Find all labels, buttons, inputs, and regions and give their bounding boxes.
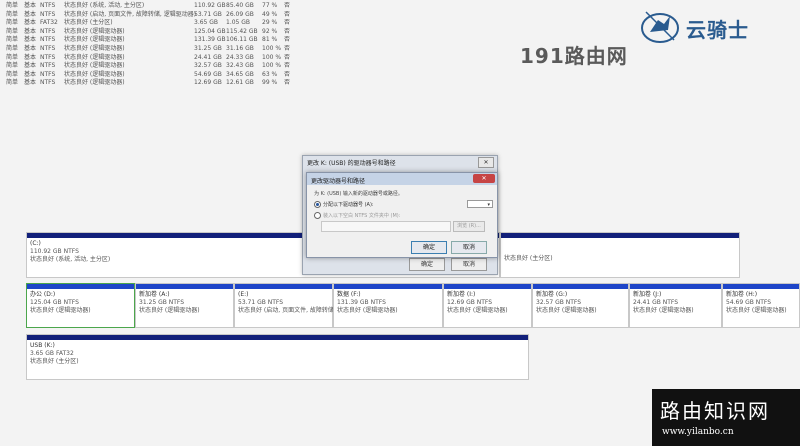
close-button[interactable]: ✕ xyxy=(473,174,495,183)
folder-path-input[interactable] xyxy=(321,221,451,232)
partition-size: 31.25 GB NTFS xyxy=(139,299,185,306)
partition-band xyxy=(27,284,134,289)
dialog-title: 更改 K: (USB) 的驱动器号和路径 xyxy=(307,160,396,167)
mount-folder-option[interactable]: 装入以下空白 NTFS 文件夹中 (M): xyxy=(314,212,400,219)
partition-name: 数据 (F:) xyxy=(337,291,361,298)
partition-status: 状态良好 (逻辑驱动器) xyxy=(337,307,398,314)
volume-cell-fs: NTFS xyxy=(40,79,56,87)
partition-status: 状态良好 (逻辑驱动器) xyxy=(536,307,597,314)
partition-disk1[interactable]: (E:) 53.71 GB NTFS 状态良好 (启动, 页面文件, 故障转储 xyxy=(234,283,334,328)
partition-band xyxy=(501,233,739,238)
volume-cell-capacity: 12.69 GB xyxy=(194,79,222,87)
partition-status: 状态良好 (逻辑驱动器) xyxy=(633,307,694,314)
partition-disk1[interactable]: 新加卷 (A:) 31.25 GB NTFS 状态良好 (逻辑驱动器) xyxy=(135,283,234,328)
browse-button[interactable]: 浏览 (R)... xyxy=(453,221,485,232)
partition-name: 新加卷 (J:) xyxy=(633,291,662,298)
partition-size: 3.65 GB FAT32 xyxy=(30,350,74,357)
partition-status: 状态良好 (逻辑驱动器) xyxy=(30,307,91,314)
watermark-title: 路由知识网 xyxy=(660,399,770,423)
partition-name: (E:) xyxy=(238,291,249,298)
close-icon[interactable]: ✕ xyxy=(478,157,494,168)
partition-size: 125.04 GB NTFS xyxy=(30,299,79,306)
partition-name: (C:) xyxy=(30,240,41,247)
partition-band xyxy=(630,284,721,289)
partition-disk1[interactable]: 办公 (D:) 125.04 GB NTFS 状态良好 (逻辑驱动器) xyxy=(26,283,135,328)
partition-size: 54.69 GB NTFS xyxy=(726,299,772,306)
partition-size: 12.69 GB NTFS xyxy=(447,299,493,306)
volume-cell-pct: 99 % xyxy=(262,79,278,87)
partition-band xyxy=(723,284,799,289)
volume-row[interactable]: 简单 基本 NTFS 状态良好 (逻辑驱动器) 12.69 GB 12.61 GB 99 %… xyxy=(0,78,320,88)
partition-disk1[interactable]: 新加卷 (I:) 12.69 GB NTFS 状态良好 (逻辑驱动器) xyxy=(443,283,532,328)
partition-disk1[interactable]: 新加卷 (G:) 32.57 GB NTFS 状态良好 (逻辑驱动器) xyxy=(532,283,629,328)
watermark-url: www.yilanbo.cn xyxy=(662,427,734,437)
logo-text: 云骑士 xyxy=(686,18,749,42)
partition-status: 状态良好 (逻辑驱动器) xyxy=(447,307,508,314)
partition-status: 状态良好 (系统, 活动, 主分区) xyxy=(30,256,111,263)
volume-cell-fault_tolerance: 否 xyxy=(284,79,291,87)
watermark-191: 191路由网 xyxy=(520,44,628,68)
partition-name: 新加卷 (H:) xyxy=(726,291,758,298)
watermark-bottom: 路由知识网 www.yilanbo.cn xyxy=(652,389,800,446)
dialog-prompt: 为 K: (USB) 输入新的驱动器号或路径。 xyxy=(314,191,403,197)
partition-size: 24.41 GB NTFS xyxy=(633,299,679,306)
partition-disk1[interactable]: 数据 (F:) 131.39 GB NTFS 状态良好 (逻辑驱动器) xyxy=(333,283,443,328)
partition-status: 状态良好 (主分区) xyxy=(504,255,553,262)
partition-band xyxy=(136,284,233,289)
dialog-title: 更改驱动器号和路径 xyxy=(311,178,366,185)
partition-band xyxy=(533,284,628,289)
partition-band xyxy=(444,284,531,289)
change-drive-letter-subdialog: 更改驱动器号和路径 ✕ 为 K: (USB) 输入新的驱动器号或路径。 分配以下… xyxy=(306,172,498,258)
partition-status: 状态良好 (逻辑驱动器) xyxy=(726,307,787,314)
knight-rider-icon xyxy=(641,11,679,43)
partition-disk1[interactable]: 新加卷 (H:) 54.69 GB NTFS 状态良好 (逻辑驱动器) xyxy=(722,283,800,328)
radio-selected-icon[interactable] xyxy=(314,201,321,208)
volume-cell-type: 基本 xyxy=(24,79,37,87)
partition-band xyxy=(334,284,442,289)
partition-status: 状态良好 (启动, 页面文件, 故障转储 xyxy=(238,307,334,314)
radio-unselected-icon[interactable] xyxy=(314,212,321,219)
partition-status: 状态良好 (逻辑驱动器) xyxy=(139,307,200,314)
drive-letter-select[interactable]: ▾ xyxy=(467,200,493,208)
partition-size: 32.57 GB NTFS xyxy=(536,299,582,306)
volume-cell-status: 状态良好 (逻辑驱动器) xyxy=(64,79,125,87)
partition-name: 新加卷 (A:) xyxy=(139,291,170,298)
partition-status: 状态良好 (主分区) xyxy=(30,358,79,365)
partition-name: 办公 (D:) xyxy=(30,291,56,298)
partition-name: 新加卷 (I:) xyxy=(447,291,476,298)
assign-letter-option[interactable]: 分配以下驱动器号 (A): xyxy=(314,201,374,208)
partition-name: USB (K:) xyxy=(30,342,55,349)
partition-size: 110.92 GB NTFS xyxy=(30,248,79,255)
partition-band xyxy=(235,284,332,289)
volume-cell-layout: 简单 xyxy=(6,79,19,87)
partition-disk0-right[interactable]: 状态良好 (主分区) xyxy=(500,232,740,278)
partition-name: 新加卷 (G:) xyxy=(536,291,568,298)
partition-disk1[interactable]: 新加卷 (J:) 24.41 GB NTFS 状态良好 (逻辑驱动器) xyxy=(629,283,722,328)
ok-button[interactable]: 确定 xyxy=(411,241,447,254)
partition-band xyxy=(27,335,528,340)
cancel-button-back[interactable]: 取消 xyxy=(451,258,487,271)
partition-size: 53.71 GB NTFS xyxy=(238,299,284,306)
ok-button-back[interactable]: 确定 xyxy=(409,258,445,271)
volume-cell-free: 12.61 GB xyxy=(226,79,254,87)
partition-size: 131.39 GB NTFS xyxy=(337,299,386,306)
cancel-button[interactable]: 取消 xyxy=(451,241,487,254)
partition-usb-k[interactable]: USB (K:) 3.65 GB FAT32 状态良好 (主分区) xyxy=(26,334,529,380)
